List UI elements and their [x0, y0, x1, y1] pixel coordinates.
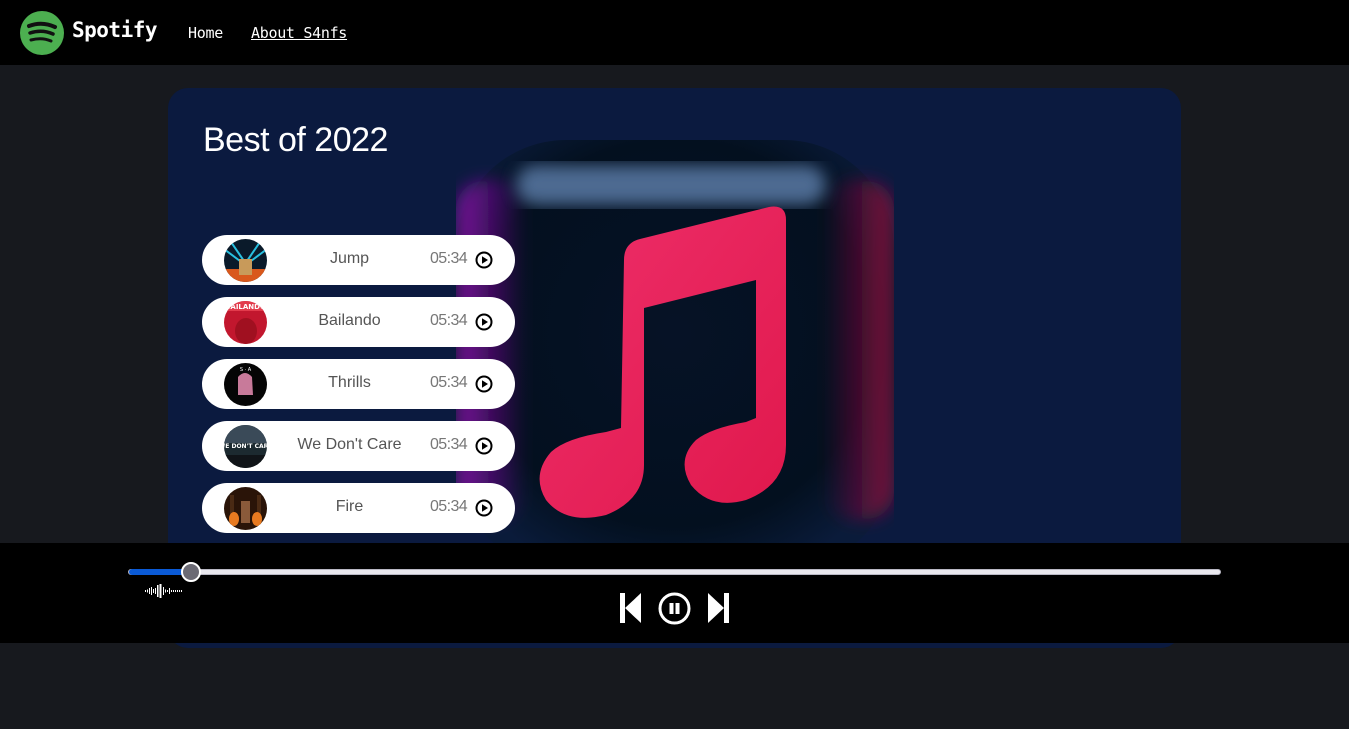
song-item[interactable]: S · A Thrills 05:34 [202, 359, 515, 409]
progress-bar[interactable] [128, 569, 1221, 575]
navbar: Spotify Home About S4nfs [0, 0, 1349, 65]
nav-link-about[interactable]: About S4nfs [251, 24, 347, 42]
fire-cover-image [224, 487, 267, 530]
svg-text:S · A: S · A [240, 367, 252, 373]
svg-text:BAILANDO: BAILANDO [225, 303, 266, 311]
svg-text:WE DON'T CARE: WE DON'T CARE [224, 443, 267, 450]
playlist-title: Best of 2022 [203, 121, 388, 159]
bailando-cover-image: BAILANDO [224, 301, 267, 344]
song-name: Thrills [328, 374, 371, 391]
next-track-icon[interactable] [707, 593, 729, 623]
song-duration: 05:34 [430, 498, 468, 515]
song-item[interactable]: Jump 05:34 [202, 235, 515, 285]
song-item[interactable]: Fire 05:34 [202, 483, 515, 533]
brand-name[interactable]: Spotify [72, 18, 158, 42]
spotify-logo-icon[interactable] [20, 11, 64, 55]
song-name: Bailando [318, 312, 381, 329]
pause-icon[interactable] [658, 592, 691, 625]
progress-thumb[interactable] [181, 562, 202, 582]
song-item[interactable]: WE DON'T CARE We Don't Care 05:34 [202, 421, 515, 471]
song-duration: 05:34 [430, 250, 468, 267]
nav-link-home[interactable]: Home [188, 24, 223, 42]
previous-track-icon[interactable] [620, 593, 642, 623]
song-name: We Don't Care [297, 436, 402, 453]
song-item[interactable]: BAILANDO Bailando 05:34 [202, 297, 515, 347]
we-dont-care-cover-image: WE DON'T CARE [224, 425, 267, 468]
play-circle-icon[interactable] [475, 313, 493, 331]
song-name: Fire [335, 498, 364, 515]
music-note-icon [456, 140, 894, 560]
play-circle-icon[interactable] [475, 499, 493, 517]
song-duration: 05:34 [430, 436, 468, 453]
play-circle-icon[interactable] [475, 375, 493, 393]
song-name: Jump [329, 250, 370, 267]
sound-wave-icon [145, 584, 182, 598]
player-bar [0, 543, 1349, 643]
jump-cover-image [224, 239, 267, 282]
play-circle-icon[interactable] [475, 251, 493, 269]
song-duration: 05:34 [430, 312, 468, 329]
play-circle-icon[interactable] [475, 437, 493, 455]
thrills-cover-image: S · A [224, 363, 267, 406]
song-duration: 05:34 [430, 374, 468, 391]
